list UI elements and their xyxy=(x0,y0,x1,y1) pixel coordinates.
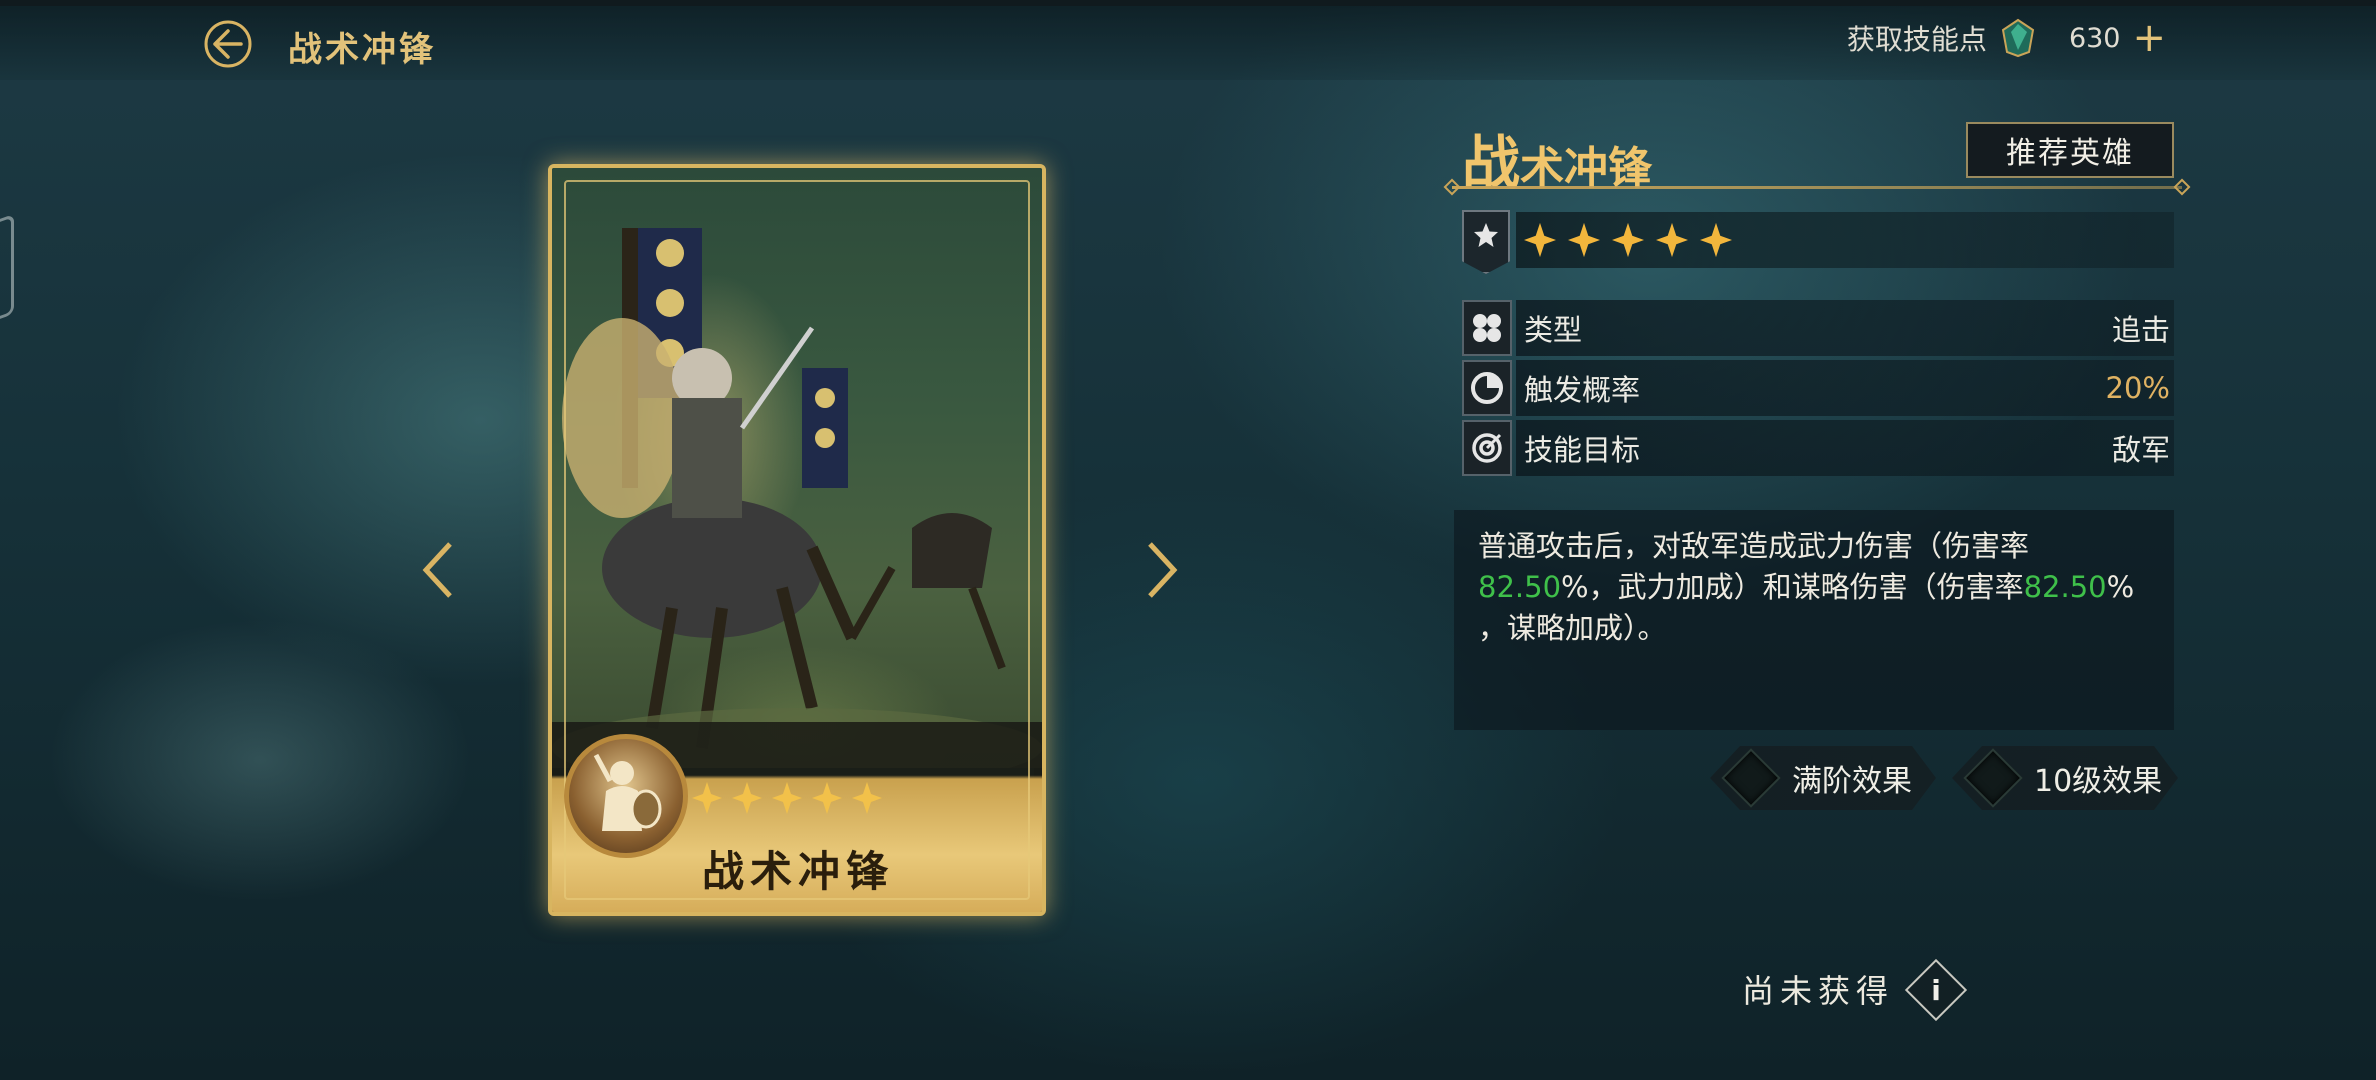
back-arrow-icon xyxy=(204,20,252,68)
attribute-value: 20% xyxy=(2105,371,2170,405)
card-hero-portrait xyxy=(564,734,688,858)
skill-rating-row xyxy=(1462,210,2174,274)
star-badge-icon xyxy=(1474,223,1498,247)
star-icon xyxy=(1524,222,1556,258)
target-icon xyxy=(1472,433,1502,463)
card-skill-name: 战术冲锋 xyxy=(702,847,895,896)
skill-points-area: 获取技能点 630 + xyxy=(1847,16,2166,60)
acquisition-status: 尚未获得 xyxy=(1742,972,1895,1010)
add-skill-points-button[interactable]: + xyxy=(2132,18,2166,58)
attribute-icon-box xyxy=(1462,300,1512,356)
attribute-icon-box xyxy=(1462,360,1512,416)
pie-chart-icon xyxy=(1471,372,1503,404)
card-star-rating xyxy=(692,782,882,814)
previous-arrow-icon[interactable] xyxy=(418,540,458,600)
star-icon xyxy=(852,782,882,814)
star-icon xyxy=(1612,222,1644,258)
next-arrow-icon[interactable] xyxy=(1142,540,1182,600)
attribute-row-type: 类型 追击 xyxy=(1462,300,2174,356)
attribute-label: 触发概率 xyxy=(1524,373,1641,407)
description-text: %，武力加成）和谋略伤害（伤害率 xyxy=(1561,570,2024,604)
description-text: 普通攻击后，对敌军造成武力伤害（伤害率 xyxy=(1478,529,2030,563)
attribute-value: 追击 xyxy=(2111,313,2170,347)
rating-badge xyxy=(1462,210,1510,274)
attribute-row-target: 技能目标 敌军 xyxy=(1462,420,2174,476)
attribute-body: 触发概率 20% xyxy=(1516,360,2174,416)
star-icon xyxy=(1700,222,1732,258)
description-text: ，谋略加成）。 xyxy=(1478,611,1667,645)
skill-points-value: 630 xyxy=(2068,22,2121,54)
star-icon xyxy=(1656,222,1688,258)
skill-points-label: 获取技能点 xyxy=(1846,23,1987,56)
attribute-value: 敌军 xyxy=(2111,433,2170,467)
star-icon xyxy=(812,782,842,814)
side-tab-edge[interactable] xyxy=(0,213,14,327)
info-button[interactable]: i xyxy=(1904,958,1968,1022)
attribute-icon-box xyxy=(1462,420,1512,476)
damage-rate-value: 82.50 xyxy=(1478,570,1562,604)
star-icon xyxy=(772,782,802,814)
level-10-effect-button[interactable]: 10级效果 xyxy=(1952,746,2178,810)
divider-ornament xyxy=(2173,178,2191,196)
attribute-label: 类型 xyxy=(1524,313,1583,347)
description-text: % xyxy=(2106,570,2135,604)
recommend-hero-button[interactable]: 推荐英雄 xyxy=(1966,122,2174,178)
damage-rate-value: 82.50 xyxy=(2023,570,2107,604)
attribute-label: 技能目标 xyxy=(1524,433,1641,467)
divider-ornament xyxy=(1443,178,1461,196)
diamond-icon xyxy=(1963,748,2022,807)
effect-button-label: 满阶效果 xyxy=(1792,764,1912,799)
page-title: 战术冲锋 xyxy=(288,30,436,70)
effect-button-label: 10级效果 xyxy=(2034,764,2163,799)
warrior-portrait-icon xyxy=(593,753,662,831)
info-icon: i xyxy=(1931,973,1941,1007)
star-icon xyxy=(732,782,762,814)
clover-icon xyxy=(1473,314,1501,342)
diamond-icon xyxy=(1721,748,1780,807)
skill-description: 普通攻击后，对敌军造成武力伤害（伤害率 82.50%，武力加成）和谋略伤害（伤害… xyxy=(1454,510,2174,730)
attribute-body: 类型 追击 xyxy=(1516,300,2174,356)
skill-gem-icon xyxy=(2001,18,2035,58)
max-rank-effect-button[interactable]: 满阶效果 xyxy=(1710,746,1936,810)
attribute-row-trigger-rate: 触发概率 20% xyxy=(1462,360,2174,416)
attribute-body: 技能目标 敌军 xyxy=(1516,420,2174,476)
back-button[interactable] xyxy=(200,16,256,72)
skill-star-rating xyxy=(1516,212,2174,268)
star-icon xyxy=(692,782,722,814)
title-divider xyxy=(1452,186,2182,189)
star-icon xyxy=(1568,222,1600,258)
skill-card: 战术冲锋 xyxy=(548,164,1046,916)
